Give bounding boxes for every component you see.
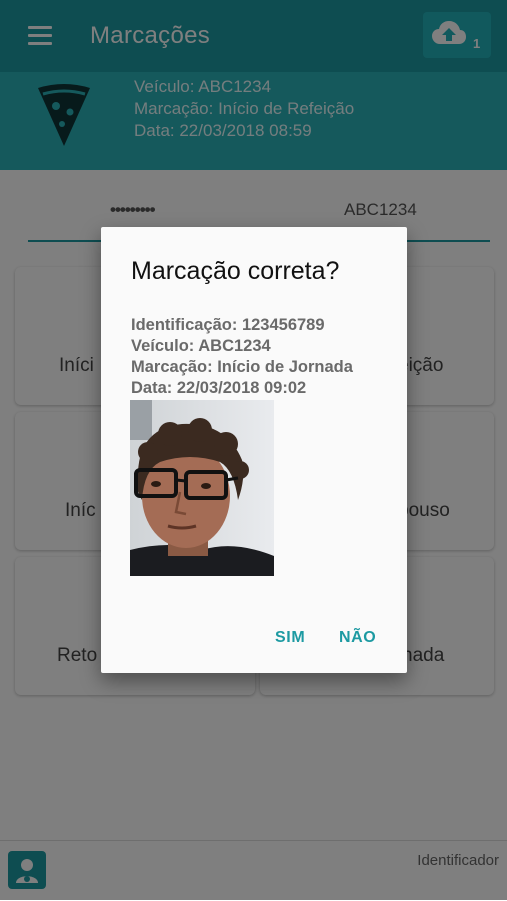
dialog-actions: SIM NÃO bbox=[101, 627, 407, 651]
cancel-button[interactable]: NÃO bbox=[339, 629, 376, 647]
dialog-title: Marcação correta? bbox=[131, 257, 340, 285]
confirm-button[interactable]: SIM bbox=[275, 629, 305, 647]
dialog-details: Identificação: 123456789 Veículo: ABC123… bbox=[131, 315, 353, 399]
dialog-vehicle: Veículo: ABC1234 bbox=[131, 337, 271, 355]
dialog-marking: Marcação: Início de Jornada bbox=[131, 358, 353, 376]
confirm-dialog: Marcação correta? Identificação: 1234567… bbox=[101, 227, 407, 673]
driver-photo bbox=[130, 400, 274, 576]
dialog-identification: Identificação: 123456789 bbox=[131, 316, 325, 334]
dialog-date: Data: 22/03/2018 09:02 bbox=[131, 379, 307, 397]
